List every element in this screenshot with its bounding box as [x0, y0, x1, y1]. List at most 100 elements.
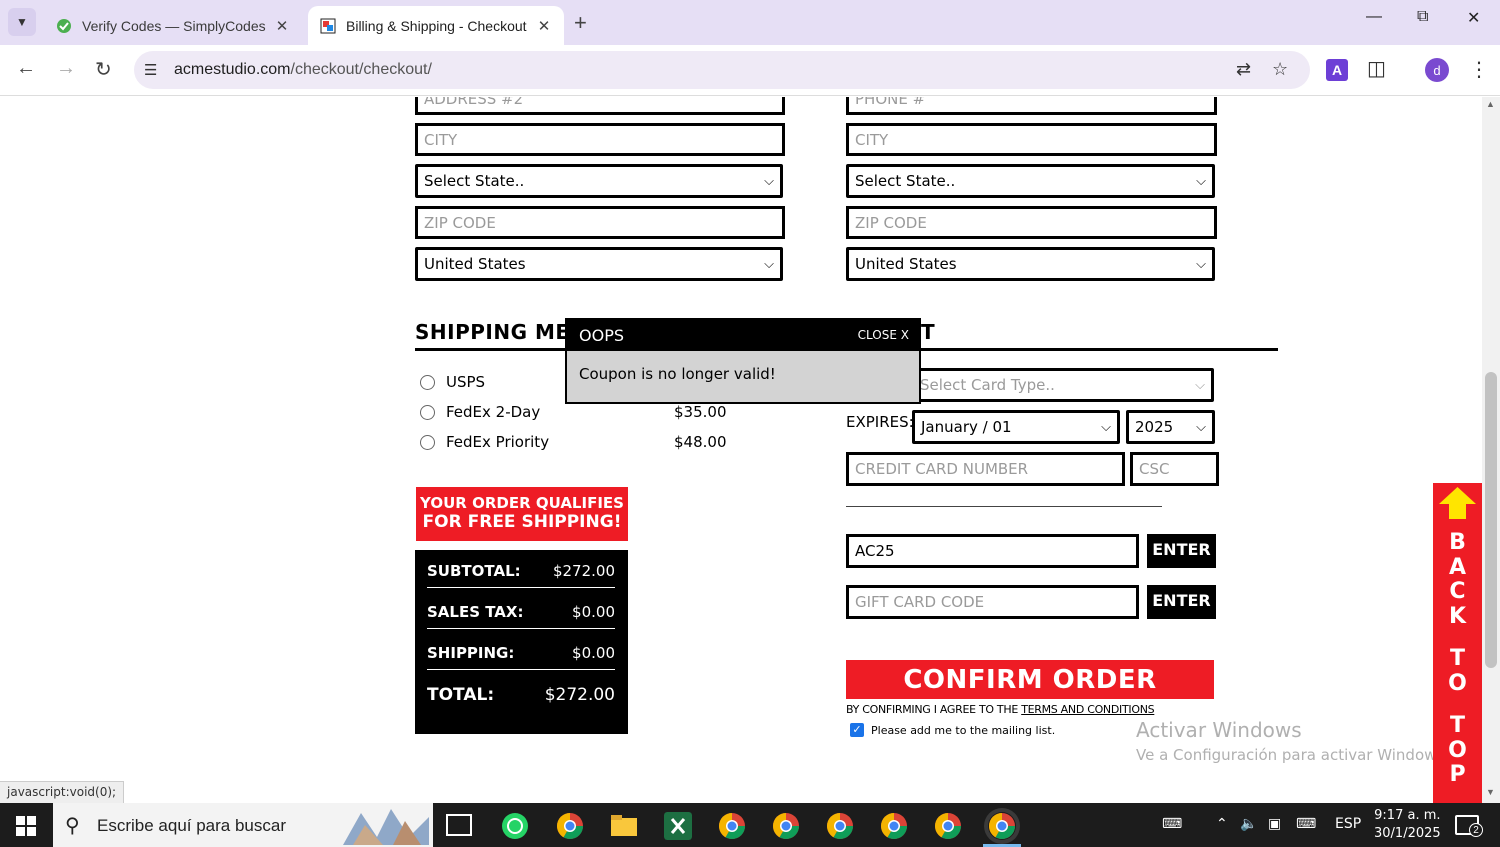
credit-card-number-field[interactable]: CREDIT CARD NUMBER	[846, 452, 1125, 486]
shipping-option-name: FedEx Priority	[446, 433, 550, 451]
chevron-down-icon: ⌵	[764, 174, 774, 189]
translate-icon[interactable]: ⇄	[1236, 59, 1251, 80]
mailing-list-option[interactable]: ✓ Please add me to the mailing list.	[850, 723, 1055, 737]
expires-label: EXPIRES:	[846, 413, 914, 431]
network-icon[interactable]: ▣	[1268, 816, 1281, 832]
free-shipping-line2: FOR FREE SHIPPING!	[422, 512, 622, 532]
shipping-zip-field[interactable]: ZIP CODE	[846, 206, 1217, 239]
back-icon[interactable]: ←	[16, 57, 36, 80]
tab-checkout[interactable]: Billing & Shipping - Checkout S ✕	[308, 6, 564, 45]
reload-icon[interactable]: ↻	[95, 57, 112, 82]
chrome-profile-icon[interactable]	[934, 812, 962, 840]
extensions-puzzle-icon[interactable]: ◫	[1367, 56, 1386, 81]
card-type-select[interactable]: Select Card Type.. ⌵	[911, 368, 1214, 402]
chrome-icon[interactable]	[556, 812, 584, 840]
chrome-profile-icon[interactable]	[880, 812, 908, 840]
task-view-icon[interactable]	[446, 814, 472, 836]
profile-avatar[interactable]: d	[1425, 58, 1449, 82]
chrome-profile-icon[interactable]	[772, 812, 800, 840]
keyboard-icon[interactable]: ⌨	[1162, 816, 1182, 832]
volume-icon[interactable]: 🔈	[1240, 816, 1257, 832]
taskbar-search-placeholder: Escribe aquí para buscar	[97, 816, 286, 835]
notification-count: 2	[1469, 823, 1483, 837]
tab-simplycodes[interactable]: Verify Codes — SimplyCodes ✕	[44, 6, 302, 45]
expiry-year-select[interactable]: 2025 ⌵	[1126, 410, 1215, 444]
billing-state-select[interactable]: Select State.. ⌵	[415, 164, 783, 198]
radio-button[interactable]	[420, 375, 435, 390]
address-bar[interactable]: ☰ acmestudio.com/checkout/checkout/ ⇄ ☆	[134, 51, 1310, 89]
terms-prefix: BY CONFIRMING I AGREE TO THE	[846, 703, 1022, 716]
chrome-active-icon[interactable]	[988, 812, 1016, 840]
sales-tax-label: SALES TAX:	[427, 603, 524, 621]
confirm-order-button[interactable]: CONFIRM ORDER	[846, 660, 1214, 699]
site-info-icon[interactable]: ☰	[144, 61, 157, 79]
shipping-city-field[interactable]: CITY	[846, 123, 1217, 156]
shipping-country-select[interactable]: United States ⌵	[846, 247, 1215, 281]
free-shipping-line1: YOUR ORDER QUALIFIES	[420, 494, 624, 512]
radio-button[interactable]	[420, 435, 435, 450]
modal-close-button[interactable]: CLOSE X	[858, 328, 909, 342]
shipping-cost-row: SHIPPING: $0.00	[427, 634, 615, 670]
coupon-code-field[interactable]: AC25	[846, 534, 1139, 568]
new-tab-icon[interactable]: +	[574, 10, 587, 36]
terms-link[interactable]: TERMS AND CONDITIONS	[1021, 703, 1154, 716]
clock-date: 30/1/2025	[1374, 826, 1441, 841]
chevron-up-icon[interactable]: ⌃	[1216, 816, 1228, 832]
chrome-profile-icon[interactable]	[718, 812, 746, 840]
touch-keyboard-icon[interactable]: ⌨	[1296, 816, 1316, 832]
billing-city-field[interactable]: CITY	[415, 123, 785, 156]
shipping-option-price: $35.00	[674, 403, 727, 421]
tab-search-button[interactable]: ▼	[8, 8, 36, 36]
tab-close-icon[interactable]: ✕	[274, 17, 290, 35]
mailing-label: Please add me to the mailing list.	[871, 723, 1056, 737]
shipping-option-fedex-priority[interactable]: FedEx Priority $48.00	[420, 432, 740, 456]
file-explorer-icon[interactable]	[610, 812, 638, 840]
bookmark-star-icon[interactable]: ☆	[1272, 59, 1288, 80]
shipping-option-fedex-2day[interactable]: FedEx 2-Day $35.00	[420, 402, 740, 426]
billing-zip-field[interactable]: ZIP CODE	[415, 206, 785, 239]
excel-icon[interactable]	[664, 812, 692, 840]
notification-center-icon[interactable]: 2	[1455, 815, 1483, 837]
tab-close-icon[interactable]: ✕	[536, 17, 552, 35]
expiry-month-select[interactable]: January / 01 ⌵	[912, 410, 1120, 444]
scroll-up-icon[interactable]: ▲	[1486, 99, 1495, 109]
scrollbar-thumb[interactable]	[1485, 372, 1497, 668]
whatsapp-icon[interactable]	[501, 812, 529, 840]
chevron-down-icon: ⌵	[764, 257, 774, 272]
billing-address2-field[interactable]: ADDRESS #2	[415, 97, 785, 115]
billing-country-select[interactable]: United States ⌵	[415, 247, 783, 281]
sales-tax-value: $0.00	[572, 603, 615, 621]
csc-field[interactable]: CSC	[1130, 452, 1219, 486]
taskbar-search[interactable]: ⚲ Escribe aquí para buscar	[53, 803, 433, 847]
radio-button[interactable]	[420, 405, 435, 420]
minimize-icon[interactable]: —	[1366, 8, 1382, 26]
windows-start-icon[interactable]	[16, 816, 36, 836]
mailing-checkbox[interactable]: ✓	[850, 723, 864, 737]
shipping-state-select[interactable]: Select State.. ⌵	[846, 164, 1215, 198]
subtotal-value: $272.00	[552, 562, 615, 580]
shipping-phone-field[interactable]: PHONE #	[846, 97, 1217, 115]
url-domain: acmestudio.com	[174, 61, 291, 78]
chevron-down-icon: ⌵	[1101, 420, 1111, 435]
total-value: $272.00	[544, 685, 615, 705]
close-window-icon[interactable]: ✕	[1467, 8, 1480, 28]
taskbar-clock[interactable]: 9:17 a. m. 30/1/2025	[1374, 807, 1441, 843]
browser-toolbar: ← → ↻ ☰ acmestudio.com/checkout/checkout…	[0, 45, 1500, 96]
back-to-top-button[interactable]: B A C K T O T O P	[1433, 483, 1482, 803]
gift-card-enter-button[interactable]: ENTER	[1147, 585, 1216, 619]
browser-menu-icon[interactable]: ⋮	[1469, 57, 1489, 82]
tab-title: Verify Codes — SimplyCodes	[82, 17, 266, 34]
forward-icon[interactable]: →	[56, 57, 76, 80]
search-highlight-art-icon	[343, 809, 429, 845]
chevron-down-icon: ⌵	[1195, 378, 1205, 393]
extension-a-icon[interactable]: A	[1326, 59, 1348, 81]
coupon-enter-button[interactable]: ENTER	[1147, 534, 1216, 568]
gift-card-field[interactable]: GIFT CARD CODE	[846, 585, 1139, 619]
language-indicator[interactable]: ESP	[1335, 816, 1361, 832]
subtotal-label: SUBTOTAL:	[427, 562, 521, 580]
shipping-state-value: Select State..	[855, 172, 956, 190]
page-scrollbar[interactable]: ▲ ▼	[1482, 97, 1500, 803]
restore-icon[interactable]: ⧉	[1417, 8, 1428, 26]
scroll-down-icon[interactable]: ▼	[1486, 787, 1495, 797]
chrome-profile-icon[interactable]	[826, 812, 854, 840]
